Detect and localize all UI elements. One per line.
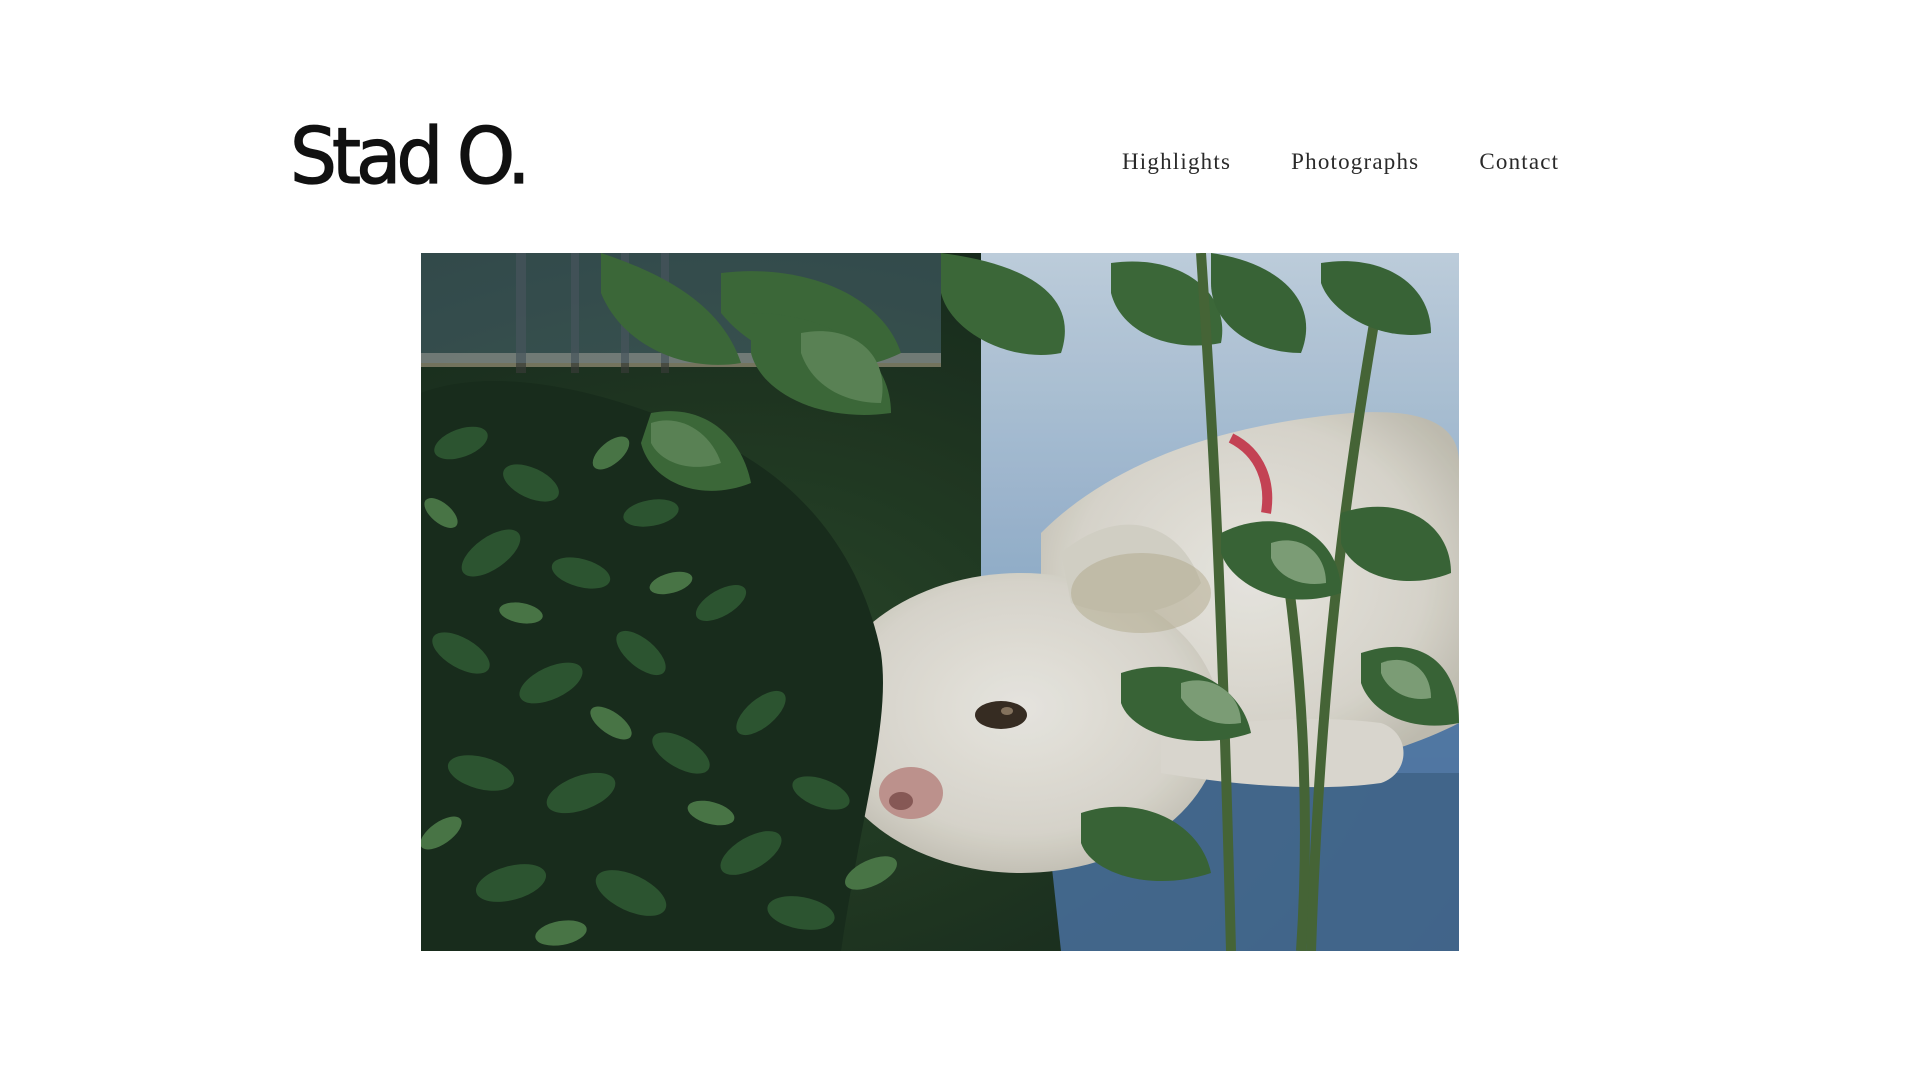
hero-photo-illustration [421, 253, 1459, 951]
site-header: Stad O. Highlights Photographs Contact [0, 0, 1920, 230]
main-nav: Highlights Photographs Contact [1122, 148, 1559, 176]
nav-link-photographs[interactable]: Photographs [1291, 148, 1419, 176]
nav-link-highlights[interactable]: Highlights [1122, 148, 1231, 176]
nav-link-contact[interactable]: Contact [1479, 148, 1559, 176]
hero-photo[interactable] [421, 253, 1459, 951]
site-logo[interactable]: Stad O. [289, 117, 531, 196]
